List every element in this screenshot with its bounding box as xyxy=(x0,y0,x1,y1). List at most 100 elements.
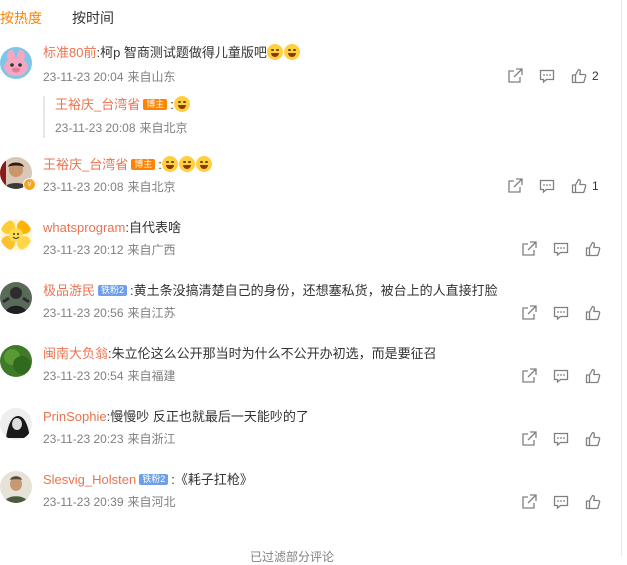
avatar[interactable] xyxy=(0,282,32,314)
username-link[interactable]: 闽南大负翁 xyxy=(43,346,108,361)
comment-meta: 23-11-23 20:08 来自北京 xyxy=(43,179,176,195)
comment-text: 朱立伦这么公开那当时为什么不公开办初选，而是要征召 xyxy=(111,346,437,361)
comment-time: 23-11-23 20:23 xyxy=(43,432,124,446)
share-icon[interactable] xyxy=(521,431,539,449)
like-icon[interactable] xyxy=(571,68,589,86)
author-badge: 博主 xyxy=(131,159,156,170)
comment-text: 柯p 智商测试题做得儿童版吧 xyxy=(100,45,267,60)
comment-time: 23-11-23 20:39 xyxy=(43,495,124,509)
laugh-emoji-icon xyxy=(195,156,212,172)
comment-icon[interactable] xyxy=(539,178,557,196)
filtered-comments-note[interactable]: 已过滤部分评论 xyxy=(250,548,334,565)
comment-icon[interactable] xyxy=(553,368,571,386)
like-count: 2 xyxy=(592,69,599,83)
comment-item: v 王裕庆_台湾省 博主: 23-11-23 20:08 来自北京 1 xyxy=(0,155,621,205)
comment-item: 极品游民 铁粉2:黄土条没搞清楚自己的身份，还想塞私货，被台上的人直接打脸 23-… xyxy=(0,282,621,332)
comment-item: Slesvig_Holsten 铁粉2:《耗子扛枪》 23-11-23 20:39… xyxy=(0,471,621,521)
comment-text: 《耗子扛枪》 xyxy=(174,472,253,487)
share-icon[interactable] xyxy=(507,178,525,196)
like-count: 1 xyxy=(592,179,599,193)
comment-actions: 1 xyxy=(507,178,607,196)
fan-badge: 铁粉2 xyxy=(139,474,169,485)
like-icon[interactable] xyxy=(571,178,589,196)
comment-line: 闽南大负翁:朱立伦这么公开那当时为什么不公开办初选，而是要征召 xyxy=(43,346,437,361)
comment-icon[interactable] xyxy=(553,241,571,259)
comment-text: 黄土条没搞清楚自己的身份，还想塞私货，被台上的人直接打脸 xyxy=(133,283,498,298)
comment-line: Slesvig_Holsten 铁粉2:《耗子扛枪》 xyxy=(43,472,253,487)
comment-line: whatsprogram:自代表啥 xyxy=(43,220,182,235)
panel-border xyxy=(621,0,622,556)
laugh-emoji-icon xyxy=(283,44,300,60)
comment-time: 23-11-23 20:54 xyxy=(43,369,124,383)
like-icon[interactable] xyxy=(585,305,603,323)
comment-time: 23-11-23 20:56 xyxy=(43,306,124,320)
like-icon[interactable] xyxy=(585,241,603,259)
laugh-emoji-icon xyxy=(266,44,283,60)
comment-line: PrinSophie:慢慢吵 反正也就最后一天能吵的了 xyxy=(43,409,309,424)
comment-item: 标准80前:柯p 智商测试题做得儿童版吧 23-11-23 20:04 来自山东 … xyxy=(0,44,621,144)
username-link[interactable]: 王裕庆_台湾省 xyxy=(55,97,140,112)
like-icon[interactable] xyxy=(585,368,603,386)
reply-location: 来自北京 xyxy=(139,121,188,135)
laugh-emoji-icon xyxy=(178,156,195,172)
verified-badge-icon: v xyxy=(23,178,36,191)
like-icon[interactable] xyxy=(585,494,603,512)
bw-portrait-avatar-icon xyxy=(0,408,32,440)
comment-location: 来自江苏 xyxy=(127,306,176,320)
avatar[interactable] xyxy=(0,345,32,377)
comment-text: 自代表啥 xyxy=(129,220,182,235)
comment-meta: 23-11-23 20:56 来自江苏 xyxy=(43,305,176,321)
username-link[interactable]: whatsprogram xyxy=(43,220,125,235)
comment-icon[interactable] xyxy=(553,494,571,512)
share-icon[interactable] xyxy=(521,241,539,259)
avatar[interactable] xyxy=(0,408,32,440)
comment-actions xyxy=(521,305,601,323)
man-portrait-avatar-icon xyxy=(0,471,32,503)
comment-item: PrinSophie:慢慢吵 反正也就最后一天能吵的了 23-11-23 20:… xyxy=(0,408,621,458)
comment-actions xyxy=(521,494,601,512)
avatar[interactable] xyxy=(0,219,32,251)
sort-by-time-tab[interactable]: 按时间 xyxy=(72,8,114,28)
author-badge: 博主 xyxy=(143,99,168,110)
green-circle-avatar-icon xyxy=(0,345,32,377)
share-icon[interactable] xyxy=(507,68,525,86)
reply-item: 王裕庆_台湾省 博主: 23-11-23 20:08 来自北京 xyxy=(43,96,565,138)
comment-location: 来自河北 xyxy=(127,495,176,509)
comment-line: 王裕庆_台湾省 博主: xyxy=(43,156,213,174)
username-link[interactable]: 标准80前 xyxy=(43,45,96,60)
comment-icon[interactable] xyxy=(539,68,557,86)
comment-text: 慢慢吵 反正也就最后一天能吵的了 xyxy=(110,409,309,424)
share-icon[interactable] xyxy=(521,494,539,512)
comment-actions xyxy=(521,431,601,449)
comment-location: 来自广西 xyxy=(127,243,176,257)
username-link[interactable]: 极品游民 xyxy=(43,283,95,298)
share-icon[interactable] xyxy=(521,305,539,323)
username-link[interactable]: 王裕庆_台湾省 xyxy=(43,157,128,172)
comment-line: 标准80前:柯p 智商测试题做得儿童版吧 xyxy=(43,44,301,62)
dark-figure-avatar-icon xyxy=(0,282,32,314)
comment-location: 来自山东 xyxy=(127,70,176,84)
comment-meta: 23-11-23 20:39 来自河北 xyxy=(43,494,176,510)
comment-actions xyxy=(521,368,601,386)
comment-location: 来自浙江 xyxy=(127,432,176,446)
fan-badge: 铁粉2 xyxy=(98,285,128,296)
avatar[interactable] xyxy=(0,47,32,79)
username-link[interactable]: PrinSophie xyxy=(43,409,107,424)
comment-location: 来自福建 xyxy=(127,369,176,383)
like-icon[interactable] xyxy=(585,431,603,449)
comment-time: 23-11-23 20:08 xyxy=(43,180,124,194)
comment-icon[interactable] xyxy=(553,431,571,449)
comment-item: 闽南大负翁:朱立伦这么公开那当时为什么不公开办初选，而是要征召 23-11-23… xyxy=(0,345,621,395)
comment-icon[interactable] xyxy=(553,305,571,323)
comment-line: 极品游民 铁粉2:黄土条没搞清楚自己的身份，还想塞私货，被台上的人直接打脸 xyxy=(43,283,498,298)
reply-time: 23-11-23 20:08 xyxy=(55,121,136,135)
share-icon[interactable] xyxy=(521,368,539,386)
sort-by-hot-tab[interactable]: 按热度 xyxy=(0,8,42,28)
pink-cartoon-avatar-icon xyxy=(0,47,32,79)
comment-meta: 23-11-23 20:23 来自浙江 xyxy=(43,431,176,447)
comment-item: whatsprogram:自代表啥 23-11-23 20:12 来自广西 xyxy=(0,218,621,268)
comment-location: 来自北京 xyxy=(127,180,176,194)
avatar[interactable] xyxy=(0,471,32,503)
username-link[interactable]: Slesvig_Holsten xyxy=(43,472,136,487)
comment-meta: 23-11-23 20:12 来自广西 xyxy=(43,242,176,258)
